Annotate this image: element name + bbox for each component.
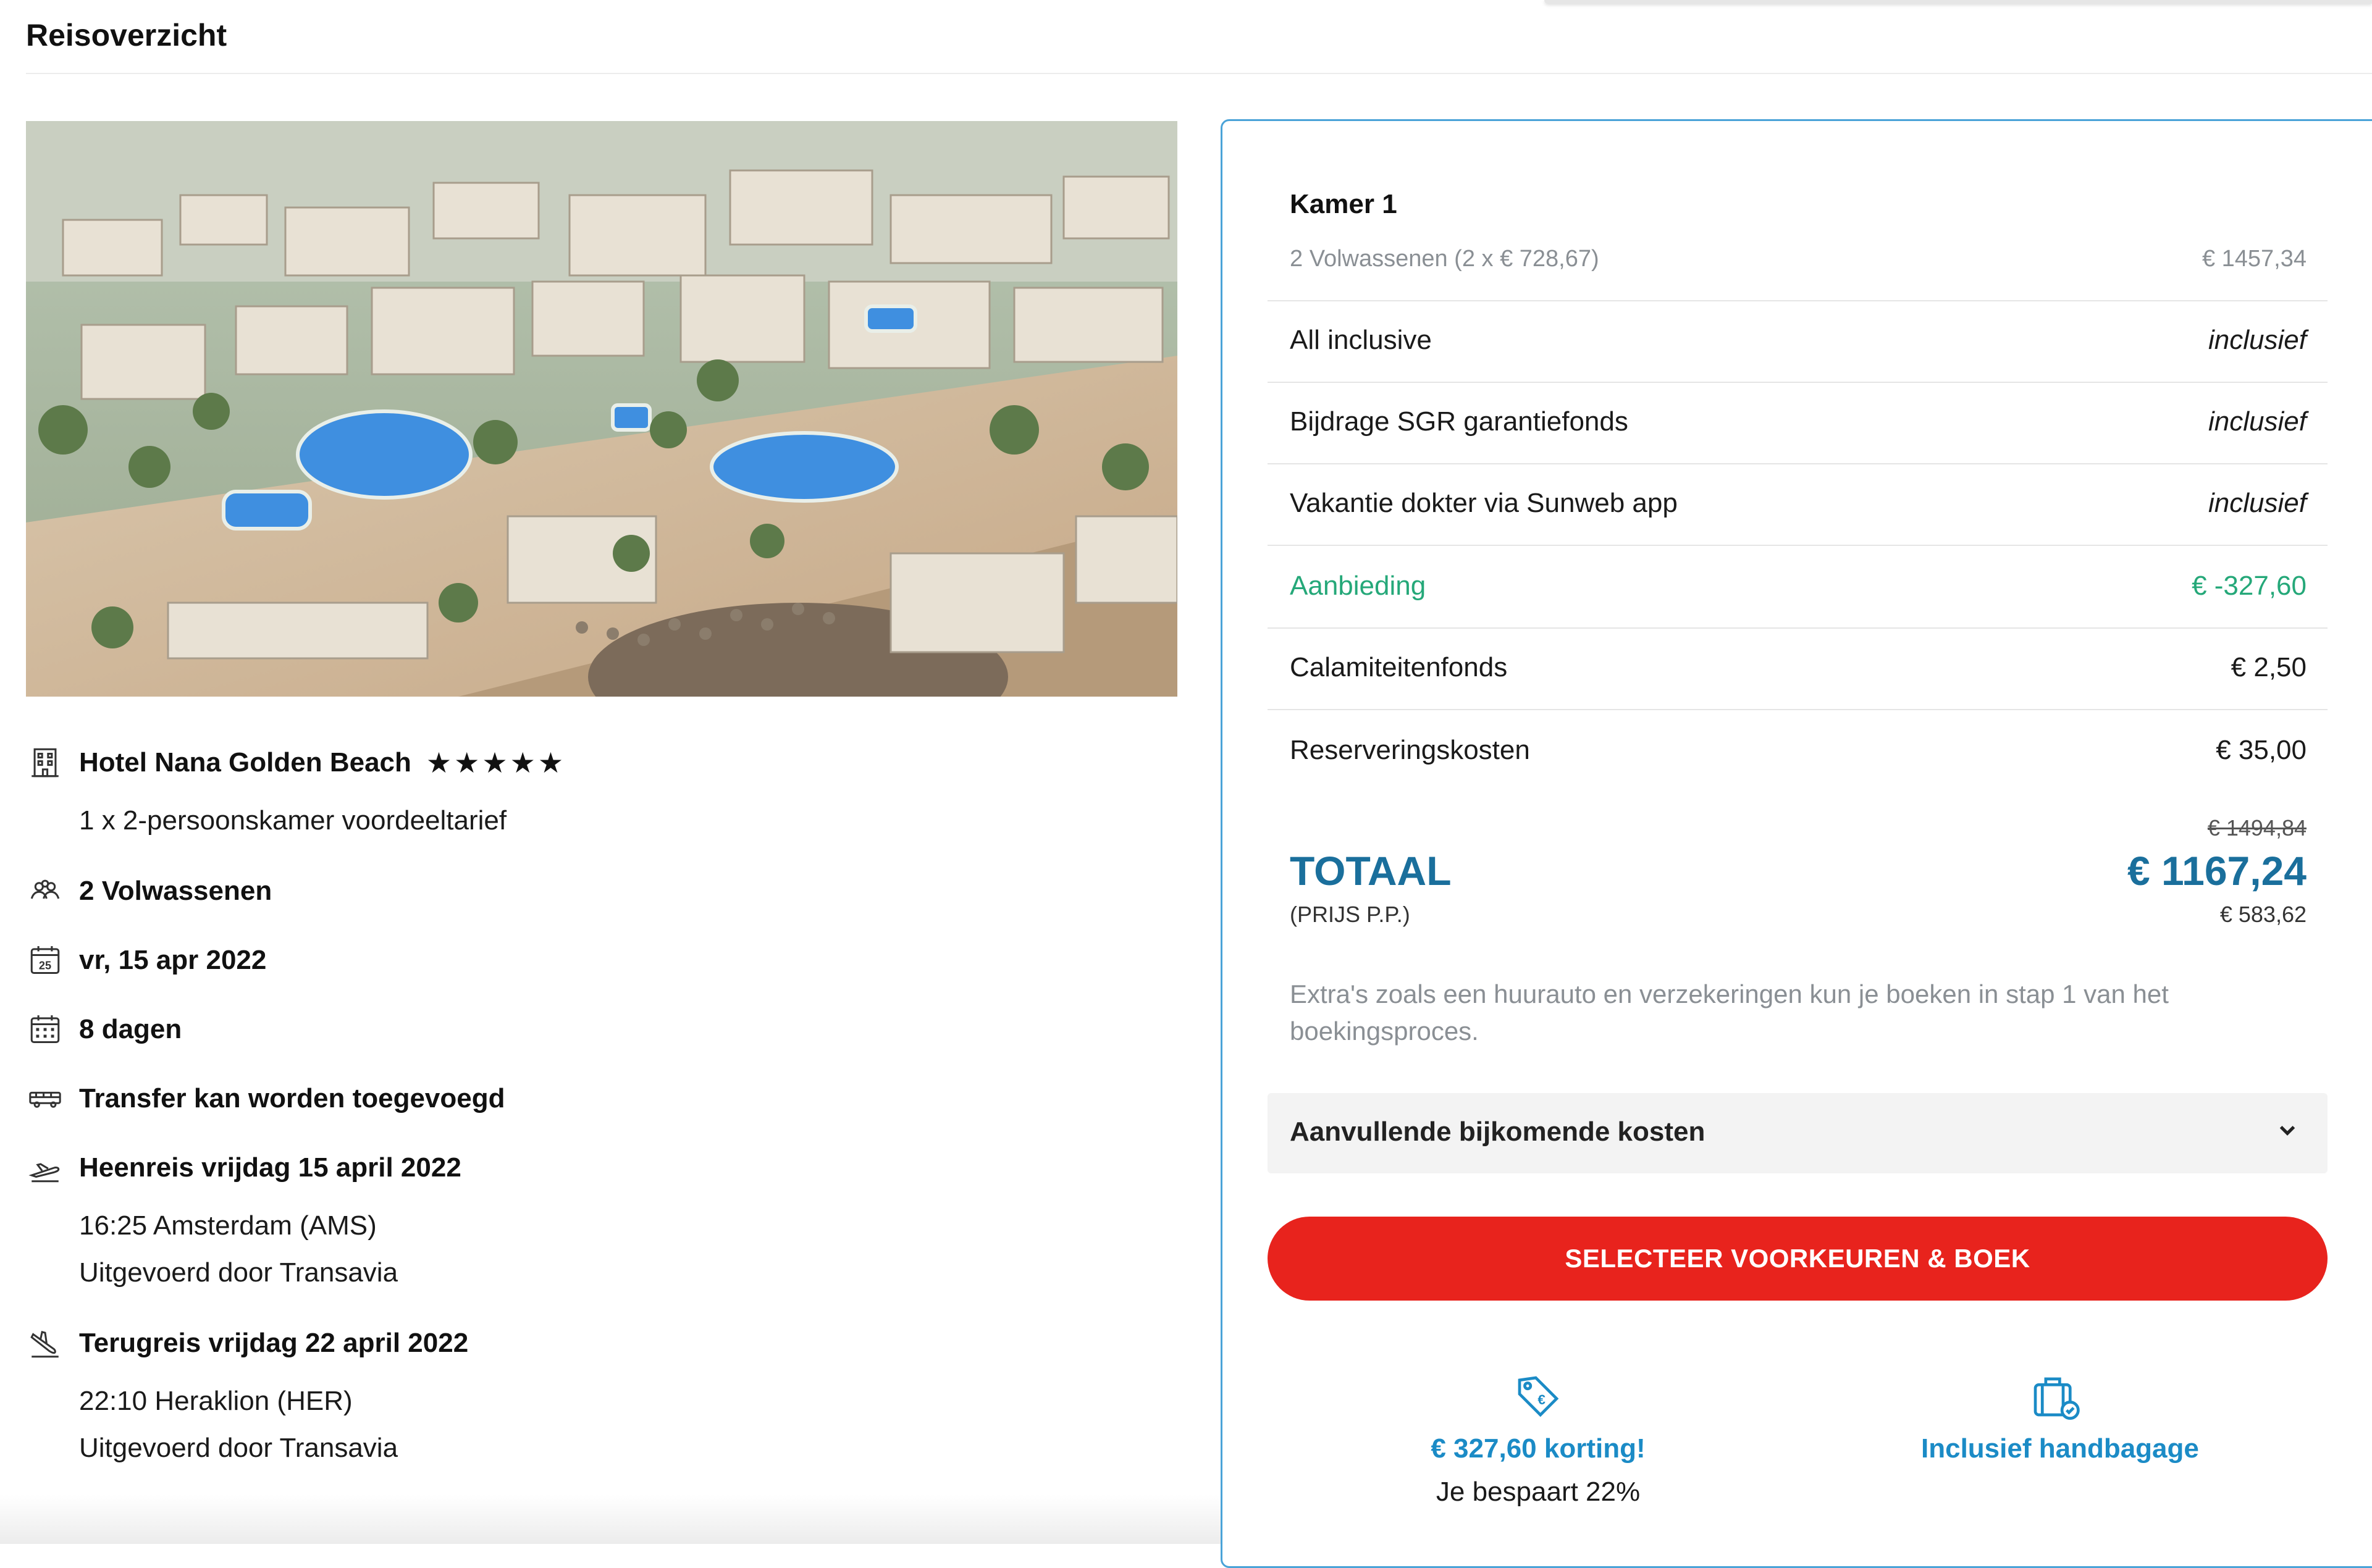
per-person-label: (PRIJS P.P.) [1290,902,1410,927]
trip-duration: 8 dagen [79,1014,182,1044]
calendar-grid-icon [26,1010,64,1049]
suitcase-check-icon [2026,1377,2082,1427]
top-popup-edge [1544,0,2372,4]
hotel-photo[interactable] [26,121,1177,697]
transfer-row: Transfer kan worden toegevoegd [26,1080,505,1118]
divider [1268,300,2328,301]
price-item-label: All inclusive [1290,325,1432,355]
divider [1268,463,2328,464]
offer-label: Aanbieding [1290,571,1426,601]
bus-icon [26,1080,64,1118]
divider [1268,545,2328,546]
divider [1268,709,2328,710]
price-item-label: Calamiteitenfonds [1290,652,1508,682]
old-total-price: € 1494,84 [2207,815,2307,841]
outbound-operator: Uitgevoerd door Transavia [79,1257,398,1288]
book-button[interactable]: SELECTEER VOORKEUREN & BOEK [1268,1217,2328,1301]
room-amount: € 1457,34 [2202,246,2307,272]
offer-value: € -327,60 [2192,571,2307,601]
price-item-value: € 2,50 [2231,652,2307,682]
plane-landing-icon [26,1324,64,1362]
additional-costs-accordion[interactable]: Aanvullende bijkomende kosten [1268,1093,2328,1173]
price-item-value: inclusief [2208,325,2307,355]
return-operator: Uitgevoerd door Transavia [79,1433,398,1463]
bottom-fade [0,1495,1221,1544]
discount-title: € 327,60 korting! [1431,1433,1646,1464]
hotel-row: Hotel Nana Golden Beach ★ ★ ★ ★ ★ [26,744,563,782]
hotel-stars: ★ ★ ★ ★ ★ [426,748,563,777]
total-label: TOTAAL [1290,848,1452,894]
room-sub: 2 Volwassenen (2 x € 728,67) [1290,246,1599,272]
outbound-title: Heenreis vrijdag 15 april 2022 [79,1152,461,1183]
return-time: 22:10 Heraklion (HER) [79,1386,353,1416]
outbound-row: Heenreis vrijdag 15 april 2022 [26,1149,461,1187]
price-item-value: inclusief [2208,488,2307,518]
star-icon: ★ [426,747,452,779]
star-icon: ★ [454,747,480,779]
outbound-time: 16:25 Amsterdam (AMS) [79,1210,377,1241]
divider [1268,627,2328,629]
extras-note: Extra's zoals een huurauto en verzekerin… [1290,979,2169,1046]
travelers-row: 2 Volwassenen [26,872,272,910]
accordion-label: Aanvullende bijkomende kosten [1290,1117,1705,1147]
price-item-label: Reserveringskosten [1290,735,1530,765]
price-item-value: € 35,00 [2216,735,2307,765]
plane-takeoff-icon [26,1149,64,1187]
header-divider [26,73,2372,74]
price-item-value: inclusief [2208,406,2307,437]
room-type: 1 x 2-persoonskamer voordeeltarief [79,805,507,836]
total-price: € 1167,24 [2127,848,2307,894]
transfer-info: Transfer kan worden toegevoegd [79,1083,505,1113]
duration-row: 8 dagen [26,1010,182,1049]
return-row: Terugreis vrijdag 22 april 2022 [26,1324,468,1362]
departure-date: vr, 15 apr 2022 [79,945,267,975]
room-title: Kamer 1 [1290,189,1397,219]
per-person-price: € 583,62 [2219,902,2307,927]
divider [1268,382,2328,383]
price-tag-icon: € [1510,1376,1566,1427]
price-item-label: Vakantie dokter via Sunweb app [1290,488,1678,518]
hotel-building-icon [26,744,64,782]
svg-text:25: 25 [39,960,51,972]
star-icon: ★ [537,747,564,779]
page-title: Reisoverzicht [26,18,227,52]
svg-text:€: € [1537,1392,1546,1407]
hotel-name[interactable]: Hotel Nana Golden Beach [79,747,411,778]
calendar-day-icon: 25 [26,941,64,979]
star-icon: ★ [482,747,508,779]
baggage-title: Inclusief handbagage [1921,1433,2199,1464]
baggage-perk: Inclusief handbagage [1921,1369,2199,1464]
discount-perk: € € 327,60 korting! Je bespaart 22% [1427,1369,1649,1507]
discount-sub: Je bespaart 22% [1436,1477,1641,1507]
chevron-down-icon[interactable] [2272,1114,2303,1145]
people-icon [26,872,64,910]
travelers-label: 2 Volwassenen [79,876,272,906]
return-title: Terugreis vrijdag 22 april 2022 [79,1328,469,1358]
price-item-label: Bijdrage SGR garantiefonds [1290,406,1628,437]
star-icon: ★ [510,747,536,779]
date-row: 25 vr, 15 apr 2022 [26,941,266,979]
